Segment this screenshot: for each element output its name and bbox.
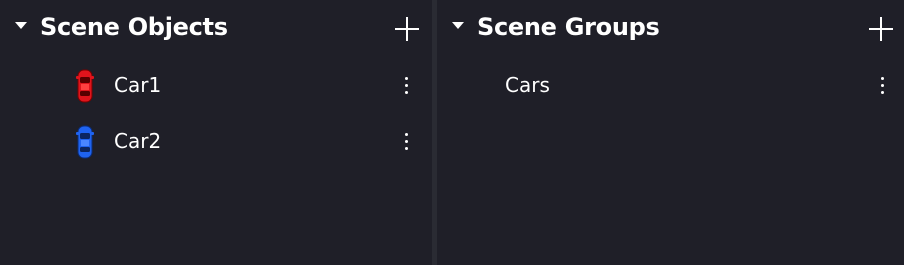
list-item-label: Cars: [505, 73, 550, 97]
scene-objects-title: Scene Objects: [40, 13, 228, 41]
more-options-icon[interactable]: [401, 131, 411, 153]
list-item-label: Car1: [114, 73, 162, 97]
add-object-button[interactable]: [395, 17, 419, 41]
blue-car-icon: [76, 125, 94, 159]
collapse-caret-icon[interactable]: [452, 22, 464, 29]
list-item-label: Car2: [114, 129, 162, 153]
more-options-icon[interactable]: [877, 75, 887, 97]
red-car-icon: [76, 69, 94, 103]
scene-groups-panel: Scene Groups Cars: [437, 0, 904, 265]
scene-groups-header: Scene Groups: [437, 0, 904, 58]
list-item-car1[interactable]: Car1: [0, 64, 432, 108]
scene-groups-title: Scene Groups: [477, 13, 660, 41]
more-options-icon[interactable]: [401, 75, 411, 97]
collapse-caret-icon[interactable]: [15, 22, 27, 29]
add-group-button[interactable]: [869, 17, 893, 41]
list-item-car2[interactable]: Car2: [0, 120, 432, 164]
list-item-cars[interactable]: Cars: [437, 64, 904, 108]
scene-objects-header: Scene Objects: [0, 0, 432, 58]
scene-objects-panel: Scene Objects Car1 Car2: [0, 0, 432, 265]
